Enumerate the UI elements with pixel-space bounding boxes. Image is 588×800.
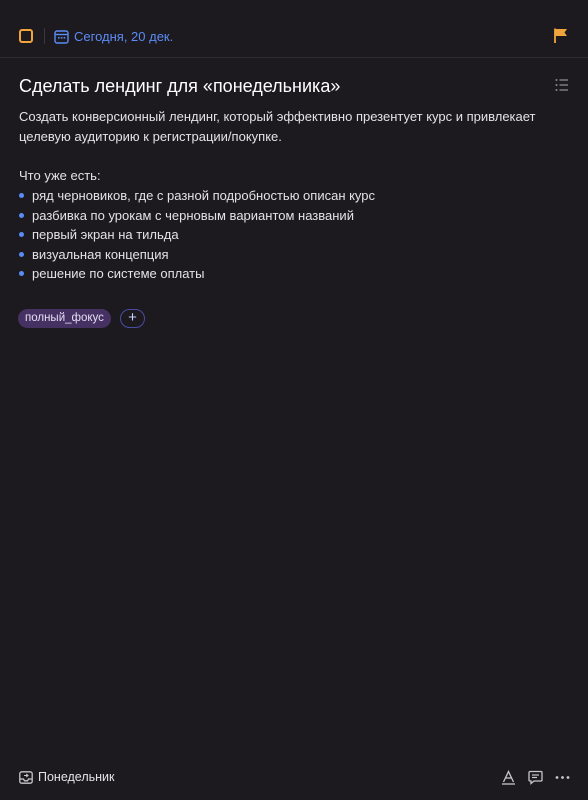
task-title[interactable]: Сделать лендинг для «понедельника» — [19, 75, 340, 97]
bullet-icon — [19, 193, 24, 199]
project-selector[interactable]: Понедельник — [19, 769, 115, 786]
subtasks-list-icon[interactable] — [555, 78, 569, 92]
due-date-label: Сегодня, 20 дек. — [74, 29, 174, 44]
inbox-icon — [19, 771, 33, 784]
text-format-icon[interactable] — [501, 770, 516, 785]
more-icon[interactable] — [555, 770, 570, 785]
add-tag-button[interactable]: + — [120, 309, 145, 328]
bullet-icon — [19, 271, 24, 277]
bullet-icon — [19, 232, 24, 238]
list-item-text: первый экран на тильда — [32, 227, 179, 242]
comment-icon[interactable] — [528, 770, 543, 785]
list-item: ряд черновиков, где с разной подробность… — [19, 186, 375, 206]
list-item-text: решение по системе оплаты — [32, 266, 205, 281]
task-description[interactable]: Создать конверсионный лендинг, который э… — [19, 107, 549, 147]
list-item: визуальная концепция — [19, 245, 375, 265]
list-item: разбивка по урокам с черновым вариантом … — [19, 206, 375, 226]
section-heading: Что уже есть: — [19, 168, 101, 183]
bullet-icon — [19, 212, 24, 218]
flag-icon[interactable] — [553, 27, 569, 44]
description-line: целевую аудиторию к регистрации/покупке. — [19, 129, 282, 144]
description-line: Создать конверсионный лендинг, который э… — [19, 109, 536, 124]
header-divider — [44, 28, 45, 44]
bullet-icon — [19, 251, 24, 257]
task-header: Сегодня, 20 дек. — [0, 0, 588, 58]
project-label: Понедельник — [38, 770, 115, 784]
calendar-icon — [54, 30, 69, 44]
list-item-text: ряд черновиков, где с разной подробность… — [32, 188, 376, 203]
complete-checkbox[interactable] — [19, 29, 33, 43]
list-item: решение по системе оплаты — [19, 264, 375, 284]
list-item: первый экран на тильда — [19, 225, 375, 245]
list-item-text: разбивка по урокам с черновым вариантом … — [32, 207, 354, 223]
tag-chip[interactable]: полный_фокус — [18, 309, 111, 328]
due-date-button[interactable]: Сегодня, 20 дек. — [54, 28, 173, 45]
checklist: ряд черновиков, где с разной подробность… — [19, 186, 375, 284]
list-item-text: визуальная концепция — [32, 246, 169, 262]
